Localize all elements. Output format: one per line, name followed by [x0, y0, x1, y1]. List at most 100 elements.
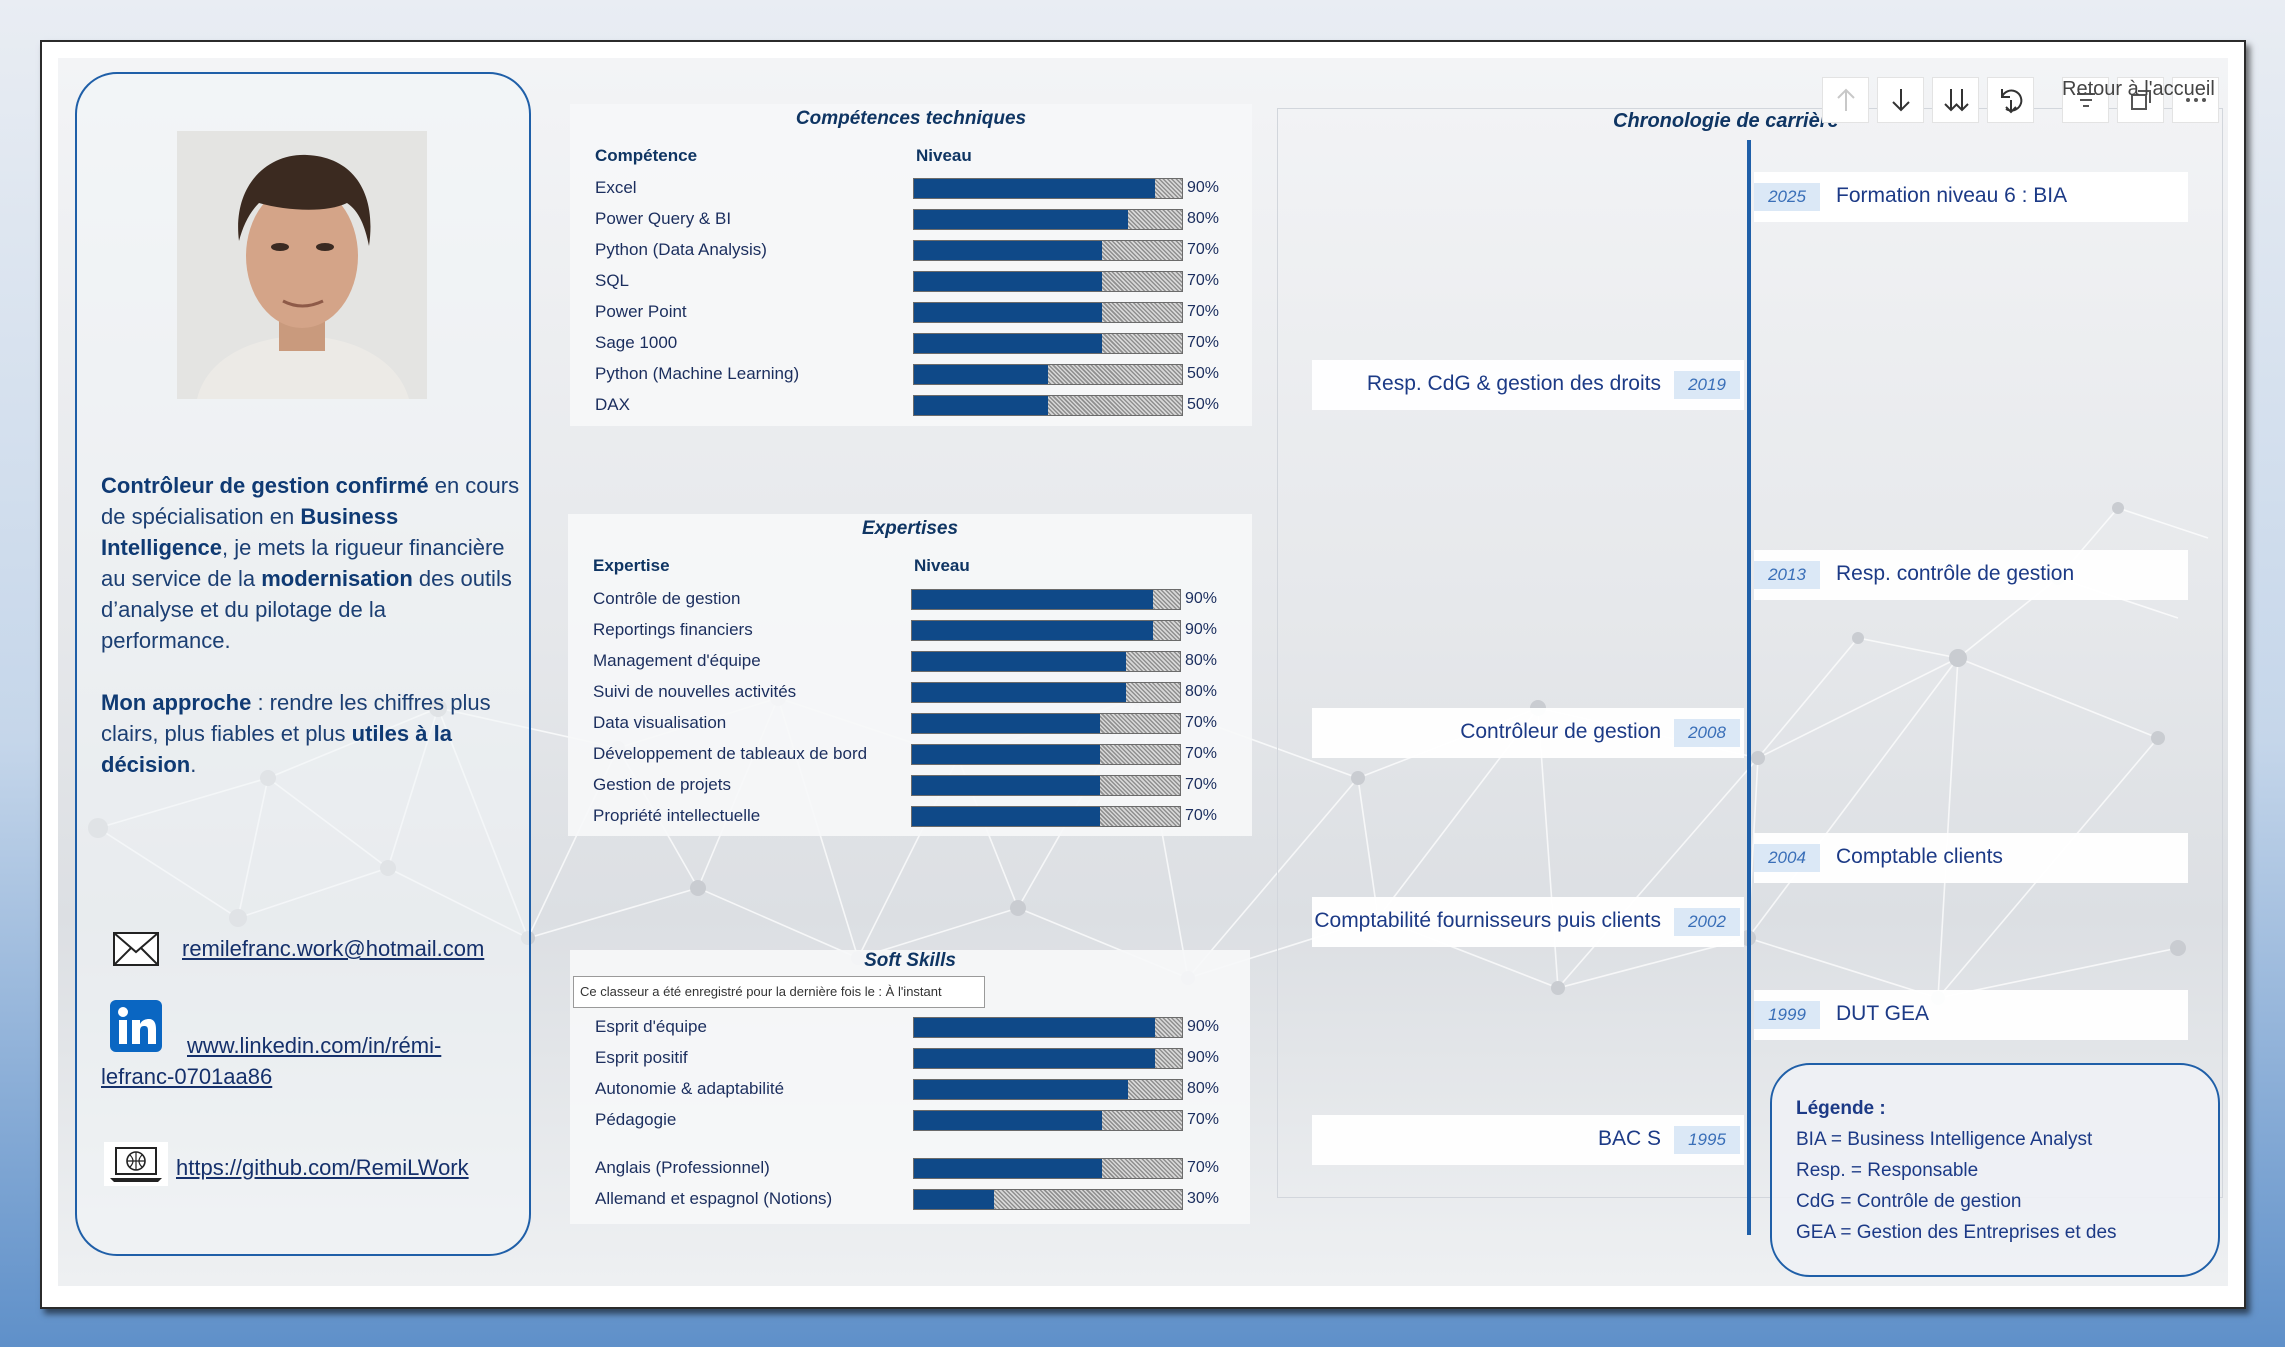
skill-label: Esprit positif	[595, 1048, 688, 1067]
skill-row: Propriété intellectuelle 70%	[568, 804, 1252, 835]
skill-bar-track	[911, 589, 1181, 610]
skill-label: Power Query & BI	[595, 209, 732, 228]
timeline-event: 2025 Formation niveau 6 : BIA	[1754, 172, 2188, 222]
skill-label: Power Point	[595, 302, 687, 321]
skill-bar-track	[913, 1048, 1183, 1069]
timeline-title: Chronologie de carrière	[1613, 110, 1839, 132]
skill-bar-fill	[914, 1111, 1102, 1130]
skill-label: Esprit d'équipe	[595, 1017, 707, 1036]
go-to-next-level-button[interactable]	[1932, 77, 1979, 123]
skill-bar-fill	[912, 621, 1154, 640]
drill-up-button[interactable]	[1822, 77, 1869, 123]
skill-bar-fill	[914, 210, 1129, 229]
skill-value: 50%	[1187, 396, 1220, 413]
skill-value: 90%	[1187, 1049, 1220, 1066]
skill-bar-track	[913, 240, 1183, 261]
skill-label: DAX	[595, 395, 630, 414]
skill-row: Reportings financiers 90%	[568, 618, 1252, 649]
skill-bar-track	[913, 1017, 1183, 1038]
skill-label: Pédagogie	[595, 1110, 677, 1129]
skill-bar-track	[913, 333, 1183, 354]
skill-label: Sage 1000	[595, 333, 678, 352]
bio-summary: Contrôleur de gestion confirmé en cours …	[101, 470, 521, 656]
profile-photo	[177, 131, 427, 399]
technical-col-level: Niveau	[916, 146, 972, 165]
skill-label: Python (Machine Learning)	[595, 364, 800, 383]
timeline-year-badge: 2002	[1674, 908, 1740, 936]
legend-item: Resp. = Responsable	[1796, 1160, 1979, 1181]
skill-bar-fill	[912, 652, 1127, 671]
skill-value: 50%	[1187, 365, 1220, 382]
skill-bar-track	[913, 1079, 1183, 1100]
skill-row: Python (Machine Learning) 50%	[570, 362, 1252, 393]
timeline-event-label: Resp. CdG & gestion des droits	[1366, 372, 1661, 395]
arrow-down-icon	[1891, 89, 1910, 112]
skill-bar-fill	[912, 776, 1100, 795]
skill-value: 70%	[1185, 807, 1218, 824]
timeline-year-badge: 1999	[1754, 1001, 1820, 1029]
skill-row: Autonomie & adaptabilité 80%	[570, 1077, 1250, 1108]
skill-bar-track	[913, 302, 1183, 323]
bio-text-segment: Mon approche	[101, 690, 252, 715]
skill-bar-fill	[914, 303, 1102, 322]
skill-bar-fill	[914, 179, 1156, 198]
technical-skills-panel: Compétences techniques Compétence Niveau…	[570, 104, 1252, 426]
skill-label: Développement de tableaux de bord	[593, 744, 868, 763]
skill-row: Python (Data Analysis) 70%	[570, 238, 1252, 269]
timeline-year-badge: 1995	[1674, 1126, 1740, 1154]
profile-bio: Contrôleur de gestion confirmé en cours …	[101, 470, 521, 780]
skill-value: 80%	[1187, 210, 1220, 227]
skill-row: Esprit d'équipe 90%	[570, 1015, 1250, 1046]
expand-hierarchy-button[interactable]	[1987, 77, 2034, 123]
home-link[interactable]: Retour à l'accueil	[2062, 78, 2222, 101]
skill-row: Anglais (Professionnel) 70%	[570, 1156, 1250, 1187]
timeline-event: 2008 Contrôleur de gestion	[1312, 708, 1744, 758]
skill-bar-track	[911, 682, 1181, 703]
save-status-tooltip: Ce classeur a été enregistré pour la der…	[573, 976, 985, 1008]
bio-text-segment: Contrôleur de gestion confirmé	[101, 473, 429, 498]
expertise-panel: Expertises Expertise Niveau Contrôle de …	[568, 514, 1252, 836]
skill-value: 80%	[1185, 683, 1218, 700]
skill-row: Pédagogie 70%	[570, 1108, 1250, 1139]
timeline-event: 1995 BAC S	[1312, 1115, 1744, 1165]
skill-label: Suivi de nouvelles activités	[593, 682, 797, 701]
skill-value: 30%	[1187, 1190, 1220, 1207]
skill-label: Excel	[595, 178, 637, 197]
skill-label: SQL	[595, 271, 630, 290]
skill-bar-track	[913, 395, 1183, 416]
timeline-event: 2019 Resp. CdG & gestion des droits	[1312, 360, 1744, 410]
legend-item: GEA = Gestion des Entreprises et des	[1796, 1222, 2117, 1243]
legend-title: Légende :	[1796, 1098, 1886, 1119]
skill-value: 70%	[1187, 241, 1220, 258]
timeline-event: 1999 DUT GEA	[1754, 990, 2188, 1040]
skill-bar-fill	[912, 683, 1127, 702]
drill-down-button[interactable]	[1877, 77, 1924, 123]
skill-label: Contrôle de gestion	[593, 589, 741, 608]
skill-row: Gestion de projets 70%	[568, 773, 1252, 804]
drill-icon	[2000, 89, 2022, 114]
skill-bar-fill	[914, 365, 1048, 384]
timeline-event: 2013 Resp. contrôle de gestion	[1754, 550, 2188, 600]
skill-label: Propriété intellectuelle	[593, 806, 761, 825]
timeline-year-badge: 2019	[1674, 371, 1740, 399]
linkedin-link[interactable]: www.linkedin.com/in/rémi-lefranc-0701aa8…	[101, 1030, 501, 1092]
skill-row: Allemand et espagnol (Notions) 30%	[570, 1187, 1250, 1218]
skill-bar-fill	[914, 396, 1048, 415]
technical-col-skill: Compétence	[595, 146, 698, 165]
skill-row: Sage 1000 70%	[570, 331, 1252, 362]
timeline-event-label: Comptable clients	[1836, 845, 2003, 868]
double-arrow-down-icon	[1943, 89, 1969, 112]
skill-bar-fill	[912, 714, 1100, 733]
skill-bar-track	[913, 178, 1183, 199]
skill-row: SQL 70%	[570, 269, 1252, 300]
skill-value: 70%	[1187, 1111, 1220, 1128]
bio-text-segment: .	[190, 752, 197, 777]
github-link[interactable]: https://github.com/RemiLWork	[176, 1155, 469, 1181]
email-link[interactable]: remilefranc.work@hotmail.com	[182, 936, 484, 962]
timeline-event-label: Resp. contrôle de gestion	[1836, 562, 2075, 585]
expertise-col-skill: Expertise	[593, 556, 670, 575]
skill-value: 80%	[1185, 652, 1218, 669]
skill-bar-track	[913, 1158, 1183, 1179]
skill-row: Power Query & BI 80%	[570, 207, 1252, 238]
skill-row: DAX 50%	[570, 393, 1252, 424]
